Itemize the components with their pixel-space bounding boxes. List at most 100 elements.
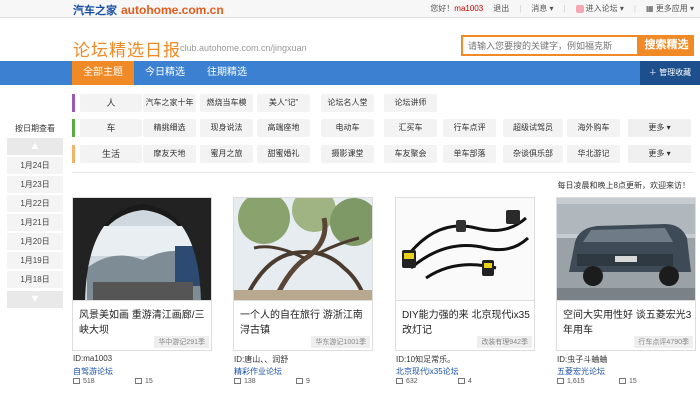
category-tag[interactable]: 燃烧当车模: [200, 94, 253, 112]
category-tag[interactable]: 高端座地: [257, 119, 310, 137]
post-author[interactable]: ID:唐山、、润舒: [234, 354, 288, 365]
date-item[interactable]: 1月22日: [7, 195, 63, 213]
date-down-arrow-icon[interactable]: ▼: [7, 291, 63, 308]
username-link[interactable]: ma1003: [454, 4, 483, 13]
category-color-bar: [72, 94, 75, 112]
post-caption: 一个人的自在旅行 游浙江南浔古镇 华东游记1001季: [233, 301, 373, 351]
date-item[interactable]: 1月23日: [7, 176, 63, 194]
date-item[interactable]: 1月18日: [7, 271, 63, 289]
post-title[interactable]: 风景美如画 重游清江画廊/三峡大坝: [79, 308, 211, 338]
post-card[interactable]: 空间大实用性好 谈五菱宏光3年用车 行车点评4790季 ID:虫子斗蛐蛐 五菱宏…: [556, 197, 696, 397]
messages-menu[interactable]: 消息 ▾: [531, 3, 553, 14]
post-forum-link[interactable]: 北京现代ix35论坛: [396, 366, 459, 377]
forum-tag[interactable]: 华东游记1001季: [311, 336, 370, 348]
category-tag[interactable]: 杂谈俱乐部: [503, 145, 563, 163]
chevron-down-icon: ▾: [689, 4, 694, 13]
category-tag[interactable]: 超级试驾员: [503, 119, 563, 137]
category-tag[interactable]: 汇买车: [384, 119, 437, 137]
reply-icon: [296, 378, 303, 385]
category-name[interactable]: 人: [80, 94, 142, 112]
category-tag[interactable]: 甜蜜婚礼: [257, 145, 310, 163]
date-item[interactable]: 1月19日: [7, 252, 63, 270]
chevron-down-icon: ▾: [549, 4, 554, 13]
post-title[interactable]: 空间大实用性好 谈五菱宏光3年用车: [563, 308, 695, 338]
category-tag[interactable]: 现身说法: [200, 119, 253, 137]
views-count: 1,615: [557, 378, 585, 385]
date-item[interactable]: 1月21日: [7, 214, 63, 232]
category-tag[interactable]: 汽车之家十年: [143, 94, 196, 112]
category-tag[interactable]: 车友聚会: [384, 145, 437, 163]
tab-today[interactable]: 今日精选: [134, 61, 196, 85]
manage-favorites-button[interactable]: ＋ 管理收藏: [640, 61, 700, 85]
more-apps-menu[interactable]: ▦ 更多应用 ▾: [646, 3, 694, 14]
category-tag[interactable]: 蜜月之旅: [200, 145, 253, 163]
category-name[interactable]: 车: [80, 119, 142, 137]
forum-tag[interactable]: 华中游记291季: [154, 336, 209, 348]
page-url: club.autohome.com.cn/jingxuan: [180, 43, 307, 53]
post-author[interactable]: ID:虫子斗蛐蛐: [557, 354, 607, 365]
enter-forum-menu[interactable]: 进入论坛 ▾: [575, 3, 624, 14]
category-tag[interactable]: 论坛名人堂: [321, 94, 374, 112]
post-caption: 风景美如画 重游清江画廊/三峡大坝 华中游记291季: [72, 301, 212, 351]
logout-link[interactable]: 退出: [493, 3, 509, 14]
date-item[interactable]: 1月20日: [7, 233, 63, 251]
top-links: 您好！ma1003 退出 | 消息 ▾ | 进入论坛 ▾ | ▦ 更多应用 ▾: [430, 3, 694, 14]
post-forum-link[interactable]: 精彩作业论坛: [234, 366, 282, 377]
category-tag[interactable]: 单车部落: [443, 145, 496, 163]
category-tag[interactable]: 精挑细选: [143, 119, 196, 137]
tab-all-topics[interactable]: 全部主题: [72, 61, 134, 85]
post-title[interactable]: DIY能力强的来 北京现代ix35改灯记: [402, 308, 534, 338]
post-title[interactable]: 一个人的自在旅行 游浙江南浔古镇: [240, 308, 372, 338]
post-forum-link[interactable]: 自驾游论坛: [73, 366, 113, 377]
date-item[interactable]: 1月24日: [7, 157, 63, 175]
category-name[interactable]: 生活: [80, 145, 142, 163]
post-caption: DIY能力强的来 北京现代ix35改灯记 改装有理942季: [395, 301, 535, 351]
replies-count: 4: [458, 378, 472, 385]
post-image-headlight-wiring[interactable]: [395, 197, 535, 301]
post-card[interactable]: 风景美如画 重游清江画廊/三峡大坝 华中游记291季 ID:ma1003 自驾游…: [72, 197, 212, 397]
category-tag[interactable]: 摩友天地: [143, 145, 196, 163]
category-tag[interactable]: 行车点评: [443, 119, 496, 137]
category-tag[interactable]: 摄影课堂: [321, 145, 374, 163]
category-tag[interactable]: 华北游记: [567, 145, 620, 163]
search-button[interactable]: 搜索精选: [639, 35, 694, 56]
apps-icon: ▦: [645, 4, 654, 13]
category-tag[interactable]: 海外购车: [567, 119, 620, 137]
forum-tag[interactable]: 行车点评4790季: [634, 336, 693, 348]
views-icon: [234, 378, 241, 385]
chevron-down-icon: ▾: [619, 4, 624, 13]
reply-icon: [619, 378, 626, 385]
site-logo[interactable]: 汽车之家 autohome.com.cn: [73, 2, 224, 18]
category-tag[interactable]: 论坛讲师: [384, 94, 437, 112]
search-box: [461, 35, 639, 56]
views-count: 632: [396, 378, 418, 385]
page-title: 论坛精选日报: [73, 41, 181, 60]
category-color-bar: [72, 145, 75, 163]
views-count: 518: [73, 378, 95, 385]
category-tag[interactable]: 美人“记”: [257, 94, 310, 112]
post-image-tree[interactable]: [233, 197, 373, 301]
views-icon: [557, 378, 564, 385]
search-input[interactable]: [463, 37, 637, 54]
more-button[interactable]: 更多 ▾: [628, 145, 691, 163]
post-author[interactable]: ID:ma1003: [73, 354, 112, 363]
top-bar: 汽车之家 autohome.com.cn 您好！ma1003 退出 | 消息 ▾ …: [0, 0, 700, 18]
post-card[interactable]: DIY能力强的来 北京现代ix35改灯记 改装有理942季 ID:10知足常乐。…: [395, 197, 535, 397]
divider: |: [633, 4, 636, 13]
category-tag[interactable]: 电动车: [321, 119, 374, 137]
post-author[interactable]: ID:10知足常乐。: [396, 354, 455, 365]
date-browse-title: 按日期查看: [15, 124, 55, 133]
category-row-people: 人 汽车之家十年 燃烧当车模 美人“记” 论坛名人堂 论坛讲师: [72, 94, 694, 112]
post-image-tunnel[interactable]: [72, 197, 212, 301]
post-forum-link[interactable]: 五菱宏光论坛: [557, 366, 605, 377]
forum-tag[interactable]: 改装有理942季: [477, 336, 532, 348]
post-card[interactable]: 一个人的自在旅行 游浙江南浔古镇 华东游记1001季 ID:唐山、、润舒 精彩作…: [233, 197, 373, 397]
logo-cn: 汽车之家: [73, 5, 117, 17]
chevron-down-icon: ▾: [666, 123, 671, 132]
more-button[interactable]: 更多 ▾: [628, 119, 691, 137]
post-image-minivan[interactable]: [556, 197, 696, 301]
tab-past[interactable]: 往期精选: [196, 61, 258, 85]
date-up-arrow-icon[interactable]: ▲: [7, 138, 63, 155]
plus-icon: ＋: [648, 68, 657, 77]
category-color-bar: [72, 119, 75, 137]
